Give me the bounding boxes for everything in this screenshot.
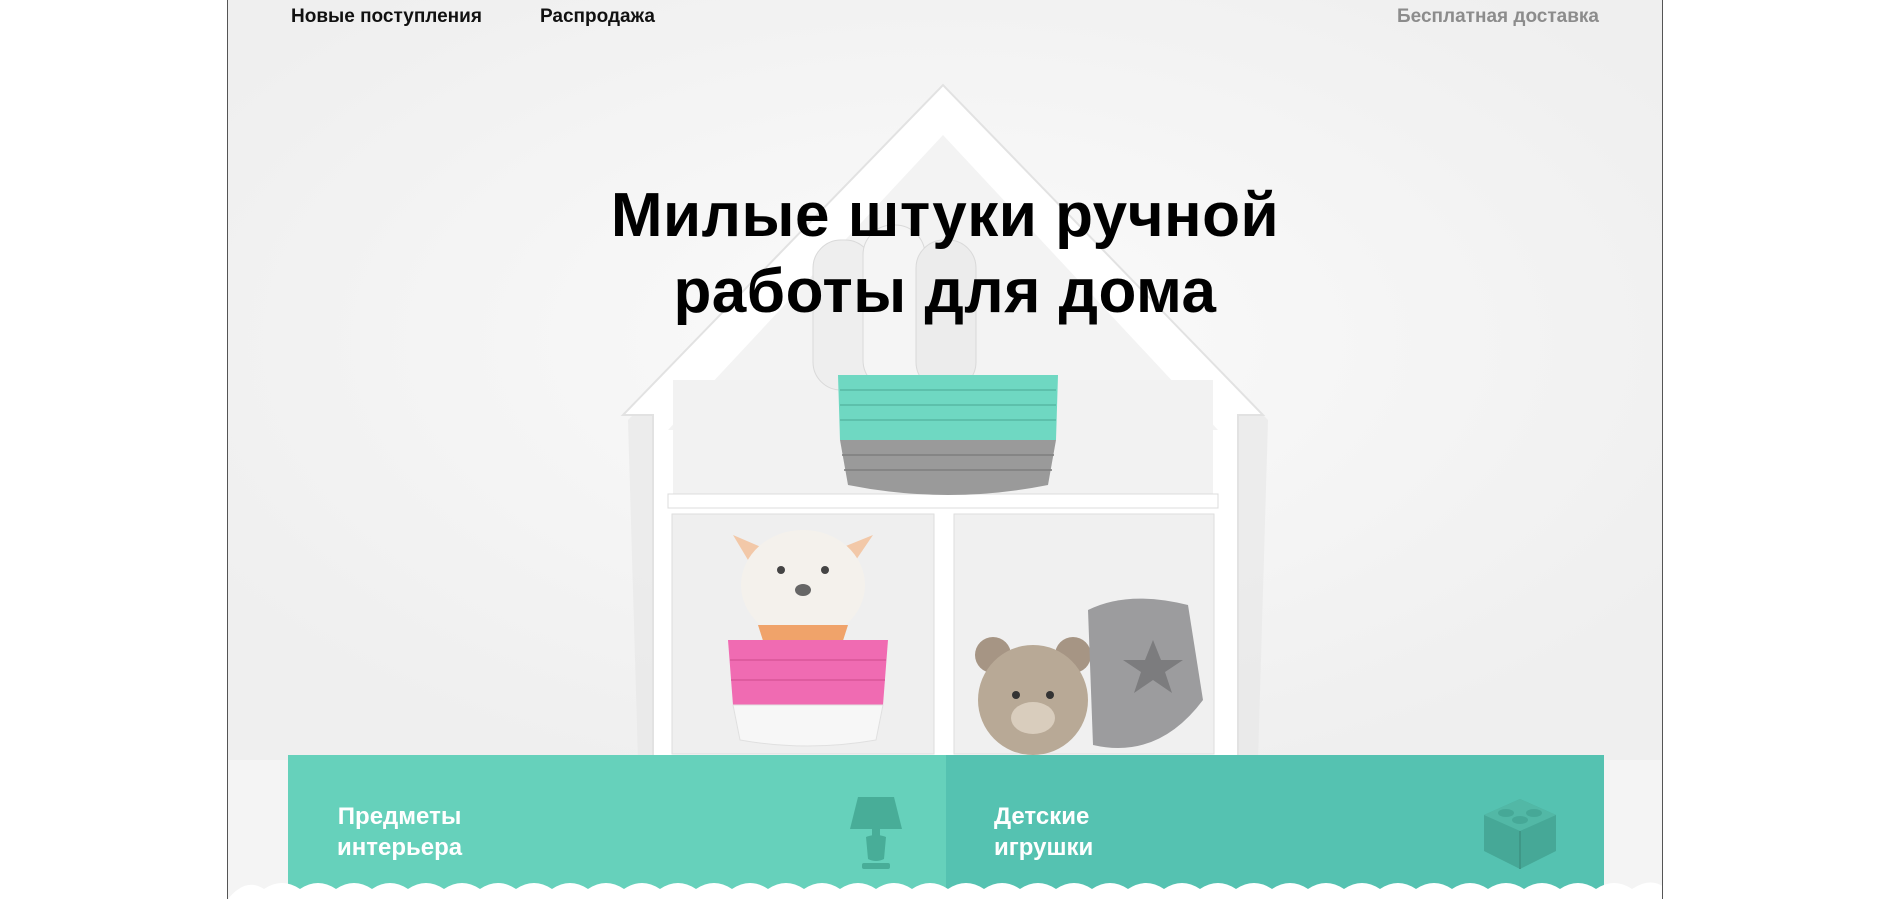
hero-title: Милые штуки ручной работы для дома	[228, 178, 1662, 330]
hero-title-line-2: работы для дома	[673, 257, 1217, 326]
category-banner: Предметы интерьера Детские игрушки	[288, 755, 1604, 899]
category-label-line-2: игрушки	[994, 834, 1094, 861]
page-frame: Новые поступления Распродажа Бесплатная …	[227, 0, 1663, 899]
nav-link-sale[interactable]: Распродажа	[540, 6, 655, 28]
toy-brick-icon	[1484, 799, 1556, 869]
top-navigation: Новые поступления Распродажа Бесплатная …	[228, 0, 1662, 34]
lamp-icon	[850, 797, 902, 869]
category-label: Предметы интерьера	[337, 801, 462, 863]
nav-link-new-arrivals[interactable]: Новые поступления	[291, 6, 482, 28]
category-kids-toys[interactable]: Детские игрушки	[946, 755, 1604, 899]
hero-title-line-1: Милые штуки ручной	[610, 181, 1280, 250]
nav-link-free-delivery[interactable]: Бесплатная доставка	[1397, 6, 1599, 28]
category-label: Детские игрушки	[994, 801, 1093, 863]
category-label-line-1: Детские	[994, 803, 1090, 830]
hero-image	[228, 0, 1662, 760]
category-label-line-2: интерьера	[337, 834, 463, 861]
category-label-line-1: Предметы	[337, 803, 462, 830]
wave-divider	[228, 882, 1662, 899]
category-interior-items[interactable]: Предметы интерьера	[288, 755, 946, 899]
